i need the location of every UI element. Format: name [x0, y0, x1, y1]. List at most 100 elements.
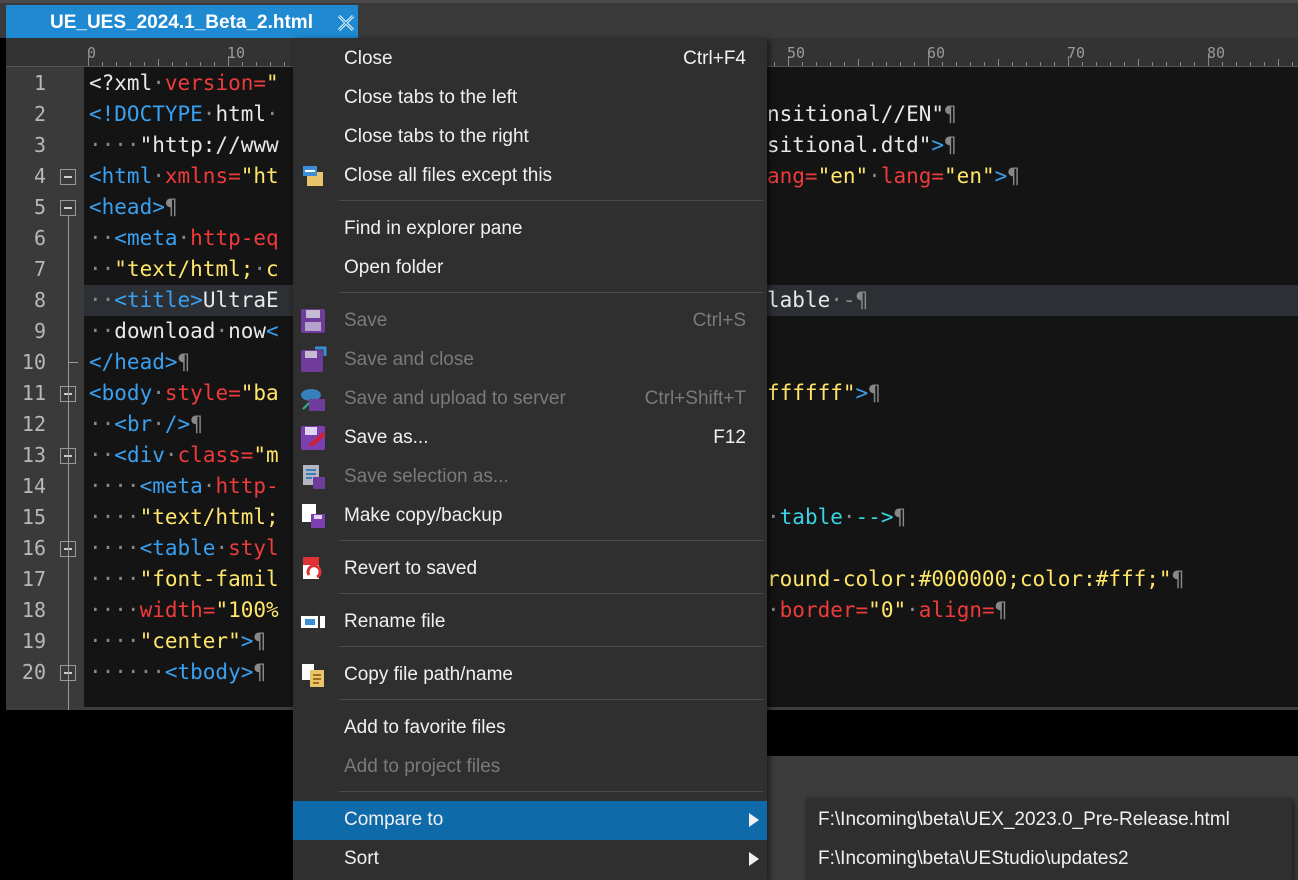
code-line: ·table·-->¶	[767, 502, 906, 533]
ruler-tick	[1054, 62, 1055, 66]
code-token: ·	[266, 102, 279, 126]
code-token: align=	[918, 598, 995, 622]
compare-file-item[interactable]: F:\Incoming\beta\UEStudio\updates2	[806, 840, 1292, 879]
code-token: ·-¶	[830, 288, 869, 312]
code-token: />	[164, 412, 191, 436]
tab-context-menu: Close Ctrl+F4 Close tabs to the left Close …	[293, 38, 767, 880]
save-selection-icon	[303, 465, 325, 489]
menu-item-open-folder[interactable]: Open folder	[293, 249, 767, 288]
menu-item-close-tabs-to-the-right[interactable]: Close tabs to the right	[293, 118, 767, 157]
code-token: "	[266, 71, 279, 95]
ruler-tick	[242, 62, 243, 66]
code-token: "m	[253, 443, 279, 467]
line-number: 6	[33, 226, 46, 250]
menu-item-label: Save and upload to server	[344, 388, 566, 409]
code-token: ¶	[944, 102, 957, 126]
menu-item-find-in-explorer-pane[interactable]: Find in explorer pane	[293, 210, 767, 249]
code-token: html	[215, 102, 267, 126]
fold-guide-end	[68, 362, 78, 363]
menu-item-label: Close	[344, 48, 393, 69]
code-token: ····	[89, 133, 140, 157]
code-line: ······<tbody>¶	[89, 657, 266, 688]
code-token: "en"	[817, 164, 869, 188]
line-number-gutter: 1 2 3 4 5 6 7 8 9 10 11 12 13 14 15 16 17 18 19 20	[6, 67, 84, 712]
menu-item-label: Sort	[344, 848, 379, 869]
code-token: >	[931, 133, 945, 157]
menu-item-add-to-favorite-files[interactable]: Add to favorite files	[293, 709, 767, 748]
code-token: ·	[164, 443, 178, 467]
submenu-arrow-icon	[749, 813, 759, 827]
code-line: ····"font-famil	[89, 564, 279, 595]
code-token: <tbody>	[164, 660, 254, 684]
code-token: download	[114, 319, 216, 343]
menu-separator	[339, 200, 763, 201]
code-token: "ht	[240, 164, 279, 188]
menu-item-close-tabs-to-the-left[interactable]: Close tabs to the left	[293, 79, 767, 118]
code-token: c	[266, 257, 279, 281]
line-number: 19	[21, 629, 46, 653]
code-token: <title>	[114, 288, 203, 312]
code-line: ang="en"·lang="en">¶	[767, 161, 1020, 192]
menu-item-label: Make copy/backup	[344, 505, 503, 526]
menu-item-label: Open folder	[344, 257, 444, 278]
code-token: ¶	[164, 195, 178, 219]
ruler-tick	[1082, 62, 1083, 66]
save-as-icon	[301, 426, 326, 450]
menu-separator	[339, 292, 763, 293]
close-all-files-icon	[303, 166, 323, 186]
code-token: width=	[139, 598, 216, 622]
fold-toggle-icon[interactable]	[60, 200, 76, 216]
code-token: <meta	[139, 474, 203, 498]
line-number: 10	[21, 350, 46, 374]
menu-item-copy-file-path-name[interactable]: Copy file path/name	[293, 656, 767, 695]
menu-item-sort[interactable]: Sort	[293, 840, 767, 879]
line-number: 16	[21, 536, 46, 560]
menu-item-label: Add to favorite files	[344, 717, 506, 738]
code-token: <table	[139, 536, 216, 560]
code-token: round-color:#000000;color:#fff;"	[767, 567, 1172, 591]
ruler-label: 50	[787, 44, 806, 62]
code-line: <body·style="ba	[89, 378, 279, 409]
code-token: ····	[89, 536, 140, 560]
ruler-tick	[774, 62, 775, 66]
menu-item-rename-file[interactable]: Rename file	[293, 603, 767, 642]
code-token: ·	[767, 598, 780, 622]
ruler-tick	[284, 62, 285, 66]
ruler-tick	[956, 62, 957, 66]
menu-item-close-all-files-except-this[interactable]: Close all files except this	[293, 157, 767, 196]
code-token: ····	[89, 567, 140, 591]
menu-separator	[339, 593, 763, 594]
ruler-tick	[1292, 62, 1293, 66]
menu-item-make-copy-backup[interactable]: Make copy/backup	[293, 497, 767, 536]
code-line: ····"http://www	[89, 130, 279, 161]
fold-toggle-icon[interactable]	[60, 169, 76, 185]
code-token: ¶	[868, 381, 881, 405]
menu-item-compare-to[interactable]: Compare to	[293, 801, 767, 840]
code-token: "text/html;	[139, 505, 279, 529]
file-tab-active[interactable]: UE_UES_2024.1_Beta_2.html	[6, 5, 358, 38]
code-line: ··"text/html;·c	[89, 254, 279, 285]
code-token: >	[855, 381, 869, 405]
code-line: <html·xmlns="ht	[89, 161, 279, 192]
code-token: "0"	[868, 598, 907, 622]
close-icon[interactable]	[336, 13, 356, 33]
compare-file-path: F:\Incoming\beta\UEStudio\updates2	[818, 848, 1129, 869]
menu-item-save-as[interactable]: Save as... F12	[293, 419, 767, 458]
menu-item-close[interactable]: Close Ctrl+F4	[293, 40, 767, 79]
ruler-tick	[144, 62, 145, 66]
code-token: <!DOCTYPE	[89, 102, 203, 126]
ruler-tick	[158, 59, 159, 66]
line-number: 15	[21, 505, 46, 529]
code-token: ·	[177, 226, 191, 250]
code-token: >	[240, 629, 254, 653]
code-token: style=	[164, 381, 241, 405]
code-token: ·	[253, 257, 267, 281]
compare-file-item[interactable]: F:\Incoming\beta\UEX_2023.0_Pre-Release.…	[806, 801, 1292, 840]
line-number: 4	[33, 164, 46, 188]
code-token: ·	[842, 505, 856, 529]
compare-to-submenu: F:\Incoming\beta\UEX_2023.0_Pre-Release.…	[806, 798, 1292, 880]
ruler-tick	[1096, 62, 1097, 66]
menu-item-revert-to-saved[interactable]: Revert to saved	[293, 550, 767, 589]
line-number: 17	[21, 567, 46, 591]
ruler-tick	[186, 62, 187, 66]
